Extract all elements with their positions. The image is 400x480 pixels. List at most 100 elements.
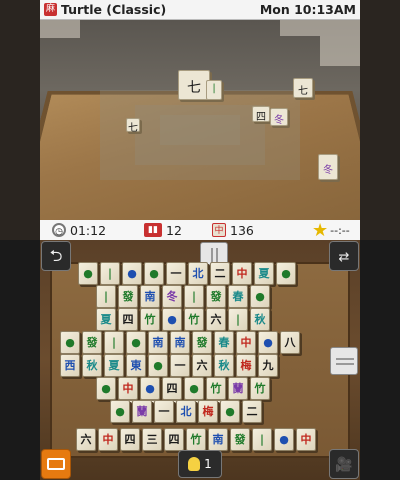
scene-tile: |: [206, 80, 222, 100]
camera-button[interactable]: 🎥: [329, 449, 359, 479]
star-icon: ★: [312, 219, 329, 241]
scene-tile: 七: [293, 78, 313, 98]
mahjong-tile[interactable]: 中: [232, 262, 252, 285]
mahjong-tile[interactable]: 二: [210, 262, 230, 285]
mahjong-tile[interactable]: 中: [296, 428, 316, 451]
mahjong-tile[interactable]: 四: [118, 308, 138, 331]
mahjong-tile[interactable]: ●: [258, 331, 278, 354]
mahjong-tile[interactable]: 秋: [214, 354, 234, 377]
mahjong-tile[interactable]: ●: [220, 400, 240, 423]
mahjong-tile[interactable]: 北: [176, 400, 196, 423]
mahjong-tile[interactable]: 三: [142, 428, 162, 451]
mahjong-tile[interactable]: |: [184, 285, 204, 308]
mahjong-tile[interactable]: 竹: [186, 428, 206, 451]
mahjong-tile[interactable]: 竹: [140, 308, 160, 331]
mahjong-tile[interactable]: 發: [118, 285, 138, 308]
mahjong-tile[interactable]: 秋: [82, 354, 102, 377]
mahjong-tile[interactable]: ●: [122, 262, 142, 285]
mahjong-tile[interactable]: 北: [188, 262, 208, 285]
title-bar: 麻 Turtle (Classic) Mon 10:13AM: [40, 0, 360, 20]
mahjong-tile[interactable]: 竹: [184, 308, 204, 331]
mahjong-tile[interactable]: 八: [280, 331, 300, 354]
mahjong-tile[interactable]: ●: [274, 428, 294, 451]
mahjong-tile[interactable]: 夏: [96, 308, 116, 331]
mahjong-tile[interactable]: 一: [166, 262, 186, 285]
mahjong-tile[interactable]: ●: [60, 331, 80, 354]
mahjong-tile[interactable]: 六: [76, 428, 96, 451]
mahjong-tile[interactable]: 梅: [198, 400, 218, 423]
mahjong-tile[interactable]: ●: [162, 308, 182, 331]
mahjong-tile[interactable]: ●: [140, 377, 160, 400]
mahjong-tile[interactable]: 秋: [250, 308, 270, 331]
mahjong-tile[interactable]: 四: [164, 428, 184, 451]
tile-pair-icon: ▮▮: [144, 223, 162, 237]
hint-button[interactable]: 1: [178, 450, 222, 478]
mahjong-tile[interactable]: 發: [82, 331, 102, 354]
tiles-counter: 中 136: [212, 223, 312, 238]
mahjong-tile[interactable]: 夏: [104, 354, 124, 377]
timer-value: 01:12: [70, 222, 107, 238]
mahjong-tile[interactable]: |: [100, 262, 120, 285]
mahjong-tile[interactable]: 一: [154, 400, 174, 423]
swap-screens-button[interactable]: ⇄: [329, 241, 359, 271]
mahjong-tile[interactable]: |: [96, 285, 116, 308]
mahjong-tile[interactable]: ●: [110, 400, 130, 423]
mahjong-tile[interactable]: 南: [140, 285, 160, 308]
back-button[interactable]: ⮌: [41, 241, 71, 271]
mahjong-tile[interactable]: 發: [206, 285, 226, 308]
mahjong-tile[interactable]: 西: [60, 354, 80, 377]
menu-icon: [47, 458, 65, 470]
scene-tile: 七: [126, 118, 140, 134]
layout-title: Turtle (Classic): [61, 2, 167, 17]
mahjong-tile[interactable]: 竹: [206, 377, 226, 400]
mahjong-tile[interactable]: 蘭: [132, 400, 152, 423]
mahjong-tile[interactable]: 南: [148, 331, 168, 354]
mahjong-tile[interactable]: ●: [126, 331, 146, 354]
menu-button[interactable]: [41, 449, 71, 479]
mahjong-tile[interactable]: ●: [144, 262, 164, 285]
mahjong-tile[interactable]: 竹: [250, 377, 270, 400]
clock: Mon 10:13AM: [259, 2, 356, 17]
mahjong-tile[interactable]: 六: [206, 308, 226, 331]
swap-screens-icon: ⇄: [338, 250, 350, 265]
clock-icon: ◷: [52, 223, 66, 237]
mahjong-tile[interactable]: 發: [230, 428, 250, 451]
mahjong-tile[interactable]: ●: [78, 262, 98, 285]
scene-tile: 四: [252, 106, 270, 123]
scene-tile: 冬: [270, 108, 288, 126]
mahjong-tile[interactable]: 南: [170, 331, 190, 354]
mahjong-tile[interactable]: |: [104, 331, 124, 354]
mahjong-tile[interactable]: 九: [258, 354, 278, 377]
mahjong-tile[interactable]: ●: [184, 377, 204, 400]
mahjong-tile[interactable]: 東: [126, 354, 146, 377]
mahjong-tile[interactable]: 發: [192, 331, 212, 354]
scene-tile: 冬: [318, 154, 338, 180]
mahjong-tile[interactable]: 南: [208, 428, 228, 451]
camera-icon: 🎥: [335, 457, 353, 473]
pairs-counter: ▮▮ 12: [144, 223, 212, 238]
mahjong-tile[interactable]: ●: [148, 354, 168, 377]
mahjong-tile[interactable]: 四: [162, 377, 182, 400]
mahjong-tile[interactable]: ●: [276, 262, 296, 285]
mahjong-tile[interactable]: 四: [120, 428, 140, 451]
rating-value: --:--: [330, 223, 350, 237]
mahjong-tile[interactable]: 春: [214, 331, 234, 354]
mahjong-tile[interactable]: 中: [118, 377, 138, 400]
mahjong-tile[interactable]: 六: [192, 354, 212, 377]
horizontal-rotate-handle[interactable]: [330, 347, 358, 375]
mahjong-tile[interactable]: 夏: [254, 262, 274, 285]
mahjong-tile[interactable]: 二: [242, 400, 262, 423]
mahjong-tile[interactable]: |: [252, 428, 272, 451]
mahjong-tile[interactable]: 中: [98, 428, 118, 451]
mahjong-tile[interactable]: ●: [96, 377, 116, 400]
mahjong-tile[interactable]: 蘭: [228, 377, 248, 400]
mahjong-tile[interactable]: |: [228, 308, 248, 331]
mahjong-tile[interactable]: 中: [236, 331, 256, 354]
mahjong-tile[interactable]: ●: [250, 285, 270, 308]
hint-count: 1: [204, 457, 212, 471]
3d-board-view: 七 | 七 四 冬 七 冬: [40, 20, 360, 220]
mahjong-tile[interactable]: 春: [228, 285, 248, 308]
mahjong-tile[interactable]: 梅: [236, 354, 256, 377]
mahjong-tile[interactable]: 冬: [162, 285, 182, 308]
mahjong-tile[interactable]: 一: [170, 354, 190, 377]
